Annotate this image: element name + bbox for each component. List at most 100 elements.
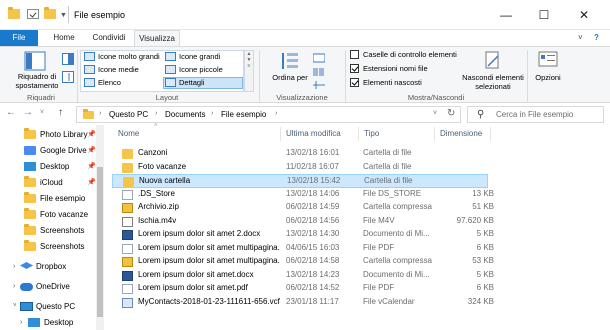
- search-input[interactable]: [496, 110, 601, 119]
- video-icon: [122, 217, 133, 227]
- sort-by-button[interactable]: Ordina per: [272, 49, 308, 91]
- options-button[interactable]: Opzioni: [530, 49, 566, 91]
- nav-scrollbar[interactable]: [96, 125, 104, 330]
- hidden-items-toggle[interactable]: Elementi nascosti: [349, 77, 469, 89]
- preview-pane-button[interactable]: [62, 53, 74, 65]
- hide-selected-button[interactable]: Nascondi elementi selezionati: [460, 49, 526, 91]
- address-dropdown-icon[interactable]: ˅: [433, 110, 437, 117]
- navigation-pane: Photo Library 📌 Google Drive 📌 Desktop 📌…: [0, 125, 104, 330]
- group-by-icon[interactable]: [313, 53, 325, 63]
- column-separator[interactable]: [490, 127, 491, 141]
- file-row[interactable]: Ischia.m4v 06/02/18 14:56 File M4V 97.62…: [112, 215, 494, 229]
- file-row[interactable]: Archivio.zip 06/02/18 14:59 Cartella com…: [112, 201, 494, 215]
- back-arrow-icon[interactable]: ←: [6, 107, 16, 118]
- add-columns-icon[interactable]: [313, 67, 325, 77]
- file-size: 13 KB: [472, 189, 494, 198]
- recent-locations-icon[interactable]: ˅: [40, 109, 44, 116]
- file-row[interactable]: Lorem ipsum dolor sit amet.docx 13/02/18…: [112, 269, 494, 283]
- file-row[interactable]: Lorem ipsum dolor sit amet multipagina..…: [112, 255, 494, 269]
- file-row[interactable]: Lorem ipsum dolor sit amet.pdf 06/02/18 …: [112, 282, 494, 296]
- zip-icon: [122, 257, 133, 267]
- column-header-size[interactable]: Dimensione: [440, 129, 482, 138]
- file-row-selected[interactable]: Nuova cartella 13/02/18 15:42 Cartella d…: [112, 174, 488, 188]
- folder-icon: [24, 208, 36, 219]
- nav-item-foto-vacanze[interactable]: Foto vacanze: [0, 207, 100, 222]
- forward-arrow-icon[interactable]: →: [23, 107, 33, 118]
- expand-chevron-icon[interactable]: ›: [13, 279, 15, 294]
- tab-share[interactable]: Condividi: [84, 30, 134, 46]
- file-row[interactable]: Lorem ipsum dolor sit amet 2.docx 13/02/…: [112, 228, 494, 242]
- column-header-modified[interactable]: Ultima modifica: [286, 129, 341, 138]
- nav-item-screenshots[interactable]: Screenshots: [0, 223, 100, 238]
- navigation-pane-icon: [24, 51, 46, 71]
- nav-item-desktop-pc[interactable]: › Desktop: [0, 315, 100, 330]
- tab-file[interactable]: File: [0, 30, 38, 46]
- pdf-icon: [122, 284, 133, 294]
- nav-item-desktop[interactable]: Desktop 📌: [0, 159, 100, 174]
- file-name: Nuova cartella: [139, 176, 191, 185]
- collapse-ribbon-icon[interactable]: ˅: [578, 33, 583, 42]
- file-row[interactable]: Foto vacanze 11/02/18 16:07 Cartella di …: [112, 161, 488, 175]
- layout-option-small[interactable]: Icone piccole: [163, 64, 243, 76]
- column-separator[interactable]: [358, 127, 359, 141]
- column-separator[interactable]: [280, 127, 281, 141]
- hidden-items-checkbox[interactable]: [350, 78, 359, 87]
- nav-item-icloud[interactable]: iCloud 📌: [0, 175, 100, 190]
- maximize-button[interactable]: ☐: [524, 4, 564, 26]
- file-date: 13/02/18 14:30: [286, 229, 340, 238]
- layout-gallery-scroll[interactable]: ▲ ▼ ≡: [244, 50, 254, 92]
- nav-item-file-esempio[interactable]: File esempio: [0, 191, 100, 206]
- navigation-pane-button[interactable]: Riquadro di spostamento: [8, 49, 66, 91]
- breadcrumb-current-folder[interactable]: File esempio: [221, 110, 266, 119]
- file-row[interactable]: MyContacts-2018-01-23-111611-656.vcf 23/…: [112, 296, 494, 310]
- expand-chevron-icon[interactable]: ›: [20, 315, 22, 330]
- column-header-name[interactable]: Nome: [118, 129, 139, 138]
- collapse-chevron-icon[interactable]: ˅: [13, 299, 17, 314]
- breadcrumb-documents[interactable]: Documents: [165, 110, 205, 119]
- breadcrumb-this-pc[interactable]: Questo PC: [109, 110, 148, 119]
- column-separator[interactable]: [434, 127, 435, 141]
- nav-item-dropbox[interactable]: › Dropbox: [0, 259, 100, 274]
- file-extensions-checkbox[interactable]: [350, 64, 359, 73]
- search-box[interactable]: ⚲: [467, 106, 604, 123]
- layout-option-medium[interactable]: Icone medie: [82, 64, 162, 76]
- nav-item-screenshots[interactable]: Screenshots: [0, 239, 100, 254]
- file-list: ˄ Nome Ultima modifica Tipo Dimensione C…: [104, 123, 610, 330]
- preview-pane-icon: [62, 53, 74, 65]
- nav-item-photo-library[interactable]: Photo Library 📌: [0, 127, 100, 142]
- nav-scrollbar-thumb[interactable]: [97, 167, 103, 317]
- file-row[interactable]: Lorem ipsum dolor sit amet multipagina..…: [112, 242, 494, 256]
- help-icon[interactable]: ?: [594, 33, 599, 42]
- up-arrow-icon[interactable]: ↑: [58, 107, 63, 118]
- item-checkboxes-toggle[interactable]: Caselle di controllo elementi: [349, 49, 469, 61]
- minimize-button[interactable]: —: [486, 4, 526, 26]
- file-row[interactable]: Canzoni 13/02/18 16:01 Cartella di file: [112, 147, 488, 161]
- tab-view[interactable]: Visualizza: [134, 30, 180, 47]
- layout-option-list[interactable]: Elenco: [82, 77, 162, 89]
- refresh-icon[interactable]: ↻: [447, 108, 455, 119]
- nav-item-this-pc[interactable]: ˅ Questo PC: [0, 299, 100, 314]
- tab-home[interactable]: Home: [44, 30, 84, 46]
- properties-icon[interactable]: [27, 9, 39, 19]
- nav-item-onedrive[interactable]: › OneDrive: [0, 279, 100, 294]
- details-pane-button[interactable]: [62, 71, 74, 83]
- nav-item-label: File esempio: [40, 194, 86, 203]
- pin-icon: 📌: [87, 163, 96, 170]
- column-header-type[interactable]: Tipo: [364, 129, 379, 138]
- new-folder-icon[interactable]: [44, 7, 56, 19]
- nav-item-google-drive[interactable]: Google Drive 📌: [0, 143, 100, 158]
- close-button[interactable]: ✕: [564, 4, 604, 26]
- item-checkboxes-checkbox[interactable]: [350, 50, 359, 59]
- layout-option-details[interactable]: Dettagli: [163, 77, 243, 89]
- address-field[interactable]: › Questo PC › Documents › File esempio ›…: [76, 106, 461, 123]
- breadcrumb-separator: ›: [211, 110, 214, 117]
- expand-chevron-icon[interactable]: ›: [13, 259, 15, 274]
- file-row[interactable]: .DS_Store 13/02/18 14:06 File DS_STORE 1…: [112, 188, 494, 202]
- layout-option-large[interactable]: Icone grandi: [163, 51, 243, 63]
- size-columns-icon[interactable]: [313, 80, 325, 90]
- extra-large-icons-icon: [84, 52, 95, 61]
- layout-option-extra-large[interactable]: Icone molto grandi: [82, 51, 162, 63]
- sort-by-icon: [282, 53, 298, 69]
- customize-quick-access-icon[interactable]: ▼: [60, 12, 67, 19]
- file-extensions-toggle[interactable]: Estensioni nomi file: [349, 63, 469, 75]
